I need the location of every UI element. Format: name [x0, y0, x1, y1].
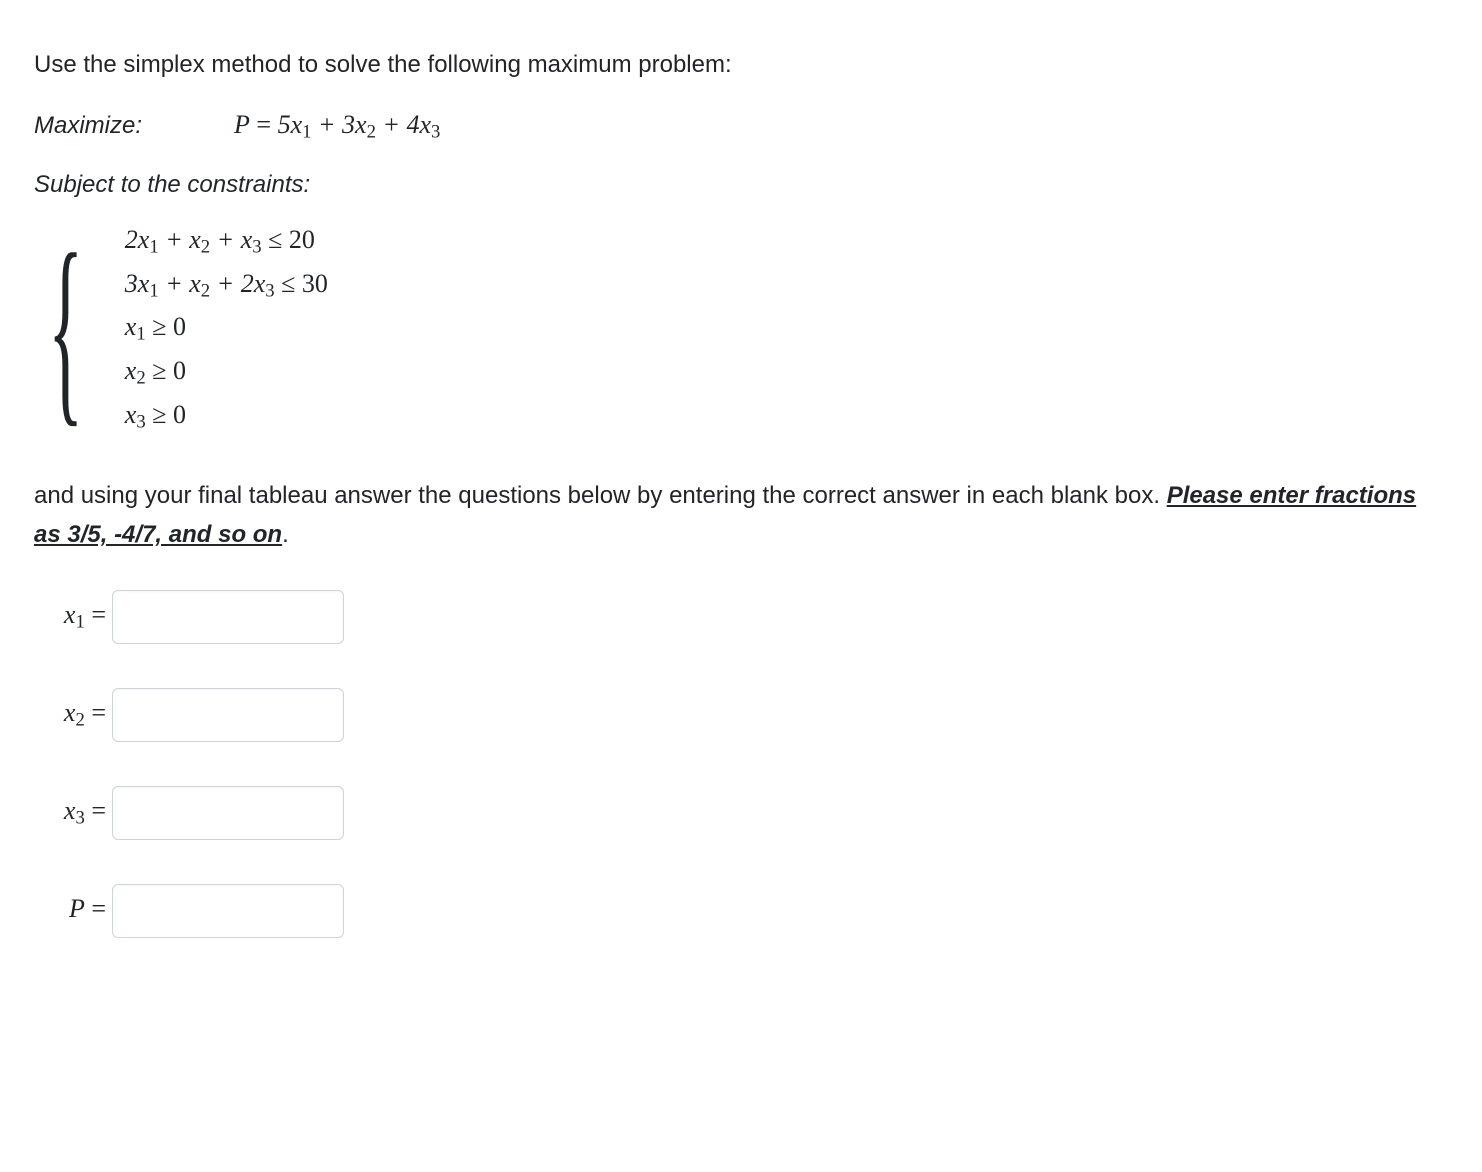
- c2-p0: x: [125, 312, 137, 341]
- constraint-row: 3x1 + x2 + 2x3 ≤ 30: [125, 263, 328, 307]
- answer-row-p: P =: [34, 884, 1448, 938]
- a1-sub: 2: [75, 710, 84, 731]
- c1-p1: 1: [149, 281, 158, 302]
- c2-p2: ≥ 0: [146, 312, 186, 341]
- c1-p6: ≤ 30: [275, 269, 328, 298]
- c4-p0: x: [125, 400, 137, 429]
- a2-sub: 3: [75, 808, 84, 829]
- c0-p2: + x: [159, 225, 201, 254]
- a2-main: x: [64, 796, 76, 825]
- a0-suf: =: [85, 600, 106, 629]
- obj-term-2: + 4x: [376, 110, 431, 139]
- a0-sub: 1: [75, 612, 84, 633]
- answers-section: x1 = x2 = x3 = P =: [34, 590, 1448, 938]
- obj-sub-2: 3: [431, 121, 440, 142]
- obj-term-1: + 3x: [311, 110, 366, 139]
- constraint-row: x3 ≥ 0: [125, 394, 328, 438]
- maximize-label: Maximize:: [34, 112, 142, 140]
- answer-label-x3: x3 =: [34, 796, 106, 830]
- c4-p2: ≥ 0: [146, 400, 186, 429]
- obj-sub-1: 2: [367, 121, 376, 142]
- answer-row-x1: x1 =: [34, 590, 1448, 644]
- c0-p0: 2x: [125, 225, 150, 254]
- answer-row-x2: x2 =: [34, 688, 1448, 742]
- intro-text: Use the simplex method to solve the foll…: [34, 48, 1448, 82]
- constraint-row: x2 ≥ 0: [125, 350, 328, 394]
- instructions-part2: .: [282, 521, 289, 548]
- objective-lhs: P: [234, 110, 250, 139]
- instructions-part1: and using your final tableau answer the …: [34, 482, 1167, 509]
- a1-suf: =: [85, 698, 106, 727]
- obj-term-0: 5x: [278, 110, 303, 139]
- answer-row-x3: x3 =: [34, 786, 1448, 840]
- objective-function: P = 5x1 + 3x2 + 4x3: [234, 110, 440, 144]
- c3-p1: 2: [136, 368, 145, 389]
- objective-eq: =: [250, 110, 278, 139]
- a2-suf: =: [85, 796, 106, 825]
- instructions-text: and using your final tableau answer the …: [34, 477, 1448, 554]
- c0-p1: 1: [149, 237, 158, 258]
- c1-p4: + 2x: [210, 269, 265, 298]
- a1-main: x: [64, 698, 76, 727]
- c1-p3: 2: [201, 281, 210, 302]
- problem-page: Use the simplex method to solve the foll…: [0, 0, 1482, 1172]
- x3-input[interactable]: [112, 786, 344, 840]
- x2-input[interactable]: [112, 688, 344, 742]
- c3-p2: ≥ 0: [146, 356, 186, 385]
- constraint-row: 2x1 + x2 + x3 ≤ 20: [125, 219, 328, 263]
- left-brace-icon: {: [48, 223, 83, 433]
- x1-input[interactable]: [112, 590, 344, 644]
- constraints-list: 2x1 + x2 + x3 ≤ 20 3x1 + x2 + 2x3 ≤ 30 x…: [125, 213, 328, 443]
- c2-p1: 1: [136, 324, 145, 345]
- p-input[interactable]: [112, 884, 344, 938]
- c0-p6: ≤ 20: [262, 225, 315, 254]
- answer-label-x1: x1 =: [34, 600, 106, 634]
- answer-label-p: P =: [34, 894, 106, 928]
- constraint-system: { 2x1 + x2 + x3 ≤ 20 3x1 + x2 + 2x3 ≤ 30…: [48, 213, 1448, 443]
- c1-p0: 3x: [125, 269, 150, 298]
- constraint-row: x1 ≥ 0: [125, 306, 328, 350]
- a3-suf: =: [85, 894, 106, 923]
- c1-p2: + x: [159, 269, 201, 298]
- c1-p5: 3: [265, 281, 274, 302]
- a3-main: P: [69, 894, 85, 923]
- c0-p3: 2: [201, 237, 210, 258]
- a0-main: x: [64, 600, 76, 629]
- c0-p5: 3: [252, 237, 261, 258]
- subject-to-label: Subject to the constraints:: [34, 171, 1448, 199]
- c0-p4: + x: [210, 225, 252, 254]
- maximize-line: Maximize: P = 5x1 + 3x2 + 4x3: [34, 110, 1448, 144]
- c4-p1: 3: [136, 411, 145, 432]
- answer-label-x2: x2 =: [34, 698, 106, 732]
- c3-p0: x: [125, 356, 137, 385]
